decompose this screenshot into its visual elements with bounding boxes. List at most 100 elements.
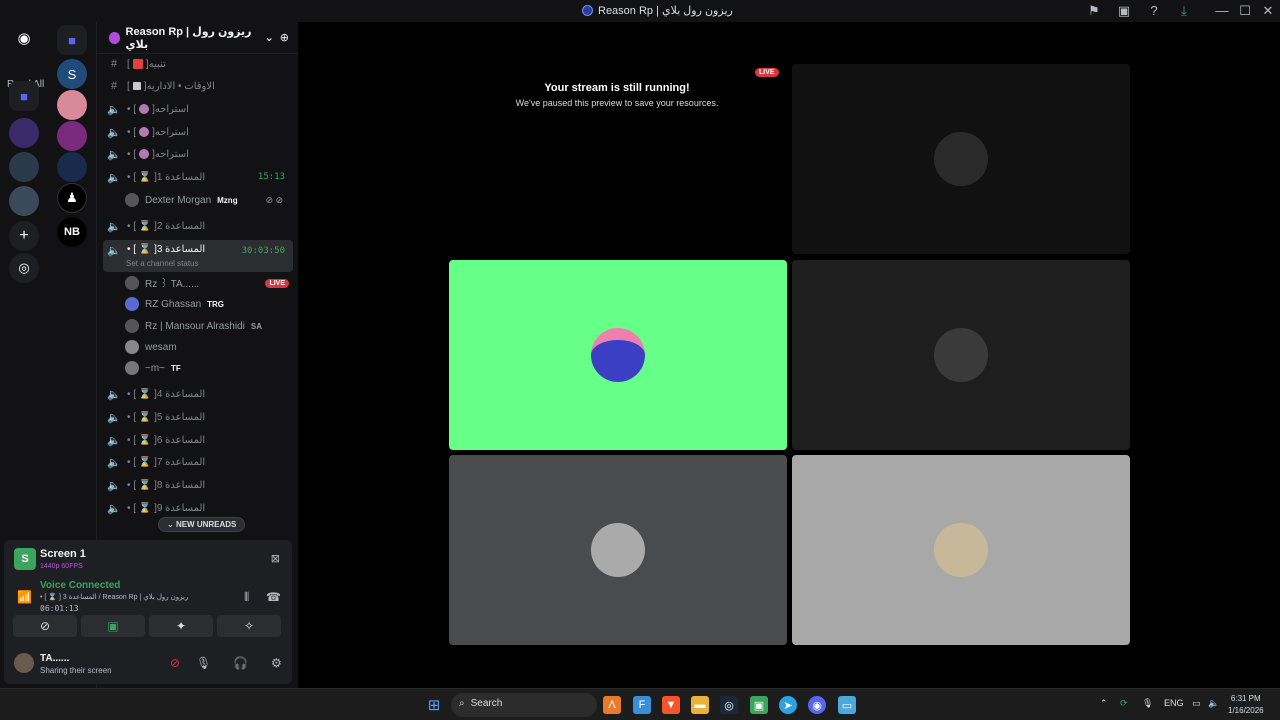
add-friend-icon[interactable]: ⊕ (280, 31, 289, 44)
add-server-icon[interactable]: + (9, 221, 39, 251)
activities-button[interactable]: ✦ (149, 615, 213, 637)
server-icon-b[interactable] (9, 152, 39, 182)
speaker-icon: 🔈 (107, 479, 121, 492)
new-unreads-button[interactable]: ⌄ NEW UNREADS (158, 517, 246, 532)
channel-help-1[interactable]: 🔈 • [ ⌛ ] المساعدة 1 15:13 (103, 167, 293, 187)
disconnect-icon[interactable]: ☎ (266, 590, 281, 604)
server-icon-reason[interactable]: S (57, 59, 87, 89)
server-icon-purple[interactable] (57, 121, 87, 151)
screen-title: Screen 1 (40, 548, 86, 560)
sync-icon[interactable]: ⟳ (1120, 698, 1128, 709)
server-icon-dark[interactable] (57, 152, 87, 182)
microphone-tray-icon[interactable]: 🎙 (1142, 698, 1153, 709)
clock[interactable]: 6:31 PM 1/16/2026 (1228, 693, 1264, 717)
speaker-icon: 🔈 (107, 434, 121, 447)
participant-tile[interactable] (792, 64, 1130, 254)
network-icon[interactable]: ▭ (1192, 698, 1201, 709)
channel-name: تنبيه (148, 58, 166, 70)
inbox-icon[interactable]: ▣ (1116, 3, 1132, 19)
voice-user[interactable]: Rz ꒱ TA...... LIVE (125, 273, 289, 293)
gear-icon[interactable]: ⚙ (271, 656, 282, 670)
participant-tile[interactable] (792, 455, 1130, 645)
participant-tile[interactable] (449, 260, 787, 450)
noise-suppression-icon[interactable]: ⦀ (244, 590, 249, 605)
channel-help-6[interactable]: 🔈 • [ ⌛ ] المساعدة 6 (103, 430, 293, 450)
chevron-up-icon[interactable]: ⌃ (1100, 698, 1108, 709)
server-icon-pink[interactable] (57, 90, 87, 120)
screen-off-icon[interactable]: ⊘ (170, 656, 180, 670)
speaker-icon: 🔈 (107, 126, 121, 139)
channel-status[interactable]: Set a channel status (126, 259, 199, 268)
speaker-icon: 🔈 (107, 148, 121, 161)
server-header[interactable]: Reason Rp | ريزون رول بلاي ⌄ ⊕ (97, 22, 299, 54)
channel-help-9[interactable]: 🔈 • [ ⌛ ] المساعدة 9 (103, 498, 293, 518)
voice-user[interactable]: RZ Ghassan TRG (125, 294, 224, 314)
search-box[interactable]: ⌕ Search (451, 693, 597, 717)
server-icon-a[interactable] (9, 118, 39, 148)
folder-icon[interactable]: ■ (57, 25, 87, 55)
volume-icon[interactable]: 🔈 (1208, 698, 1219, 709)
participant-tile[interactable] (792, 260, 1130, 450)
avatar (125, 361, 139, 375)
camera-off-button[interactable]: ⊘ (13, 615, 77, 637)
folder-icon-2[interactable]: ■ (9, 81, 39, 111)
steam-icon[interactable]: ◎ (720, 696, 738, 714)
channel-voice-1[interactable]: 🔈 • [ ] استراحه (103, 99, 293, 119)
server-icon-black[interactable]: ♟ (57, 183, 87, 213)
brave-icon[interactable]: ▼ (662, 696, 680, 714)
avatar[interactable] (14, 653, 34, 673)
language-indicator[interactable]: ENG (1164, 698, 1184, 708)
app-icon-window[interactable]: ▭ (838, 696, 856, 714)
app-icon-f[interactable]: F (633, 696, 651, 714)
close-button[interactable]: ✕ (1260, 3, 1276, 19)
discord-icon[interactable]: ◉ (808, 696, 826, 714)
channel-name: المساعدة 3 (156, 244, 206, 255)
stream-paused-message: Your stream is still running! We've paus… (448, 82, 786, 108)
soundboard-button[interactable]: ✧ (217, 615, 281, 637)
live-badge: LIVE (265, 278, 289, 288)
channel-help-8[interactable]: 🔈 • [ ⌛ ] المساعدة 8 (103, 475, 293, 495)
participant-tile[interactable] (449, 455, 787, 645)
flag-icon[interactable]: ⚑ (1086, 3, 1102, 19)
explore-icon[interactable]: ◎ (9, 253, 39, 283)
signal-icon[interactable]: 📶 (17, 590, 32, 604)
download-icon[interactable]: ⤓ (1176, 3, 1192, 19)
user-name[interactable]: TA...... (40, 653, 69, 664)
voice-user[interactable]: Dexter Morgan Mzng ⊘ ⊘ (125, 190, 283, 210)
server-icon-nb[interactable]: NB (57, 217, 87, 247)
channel-help-3-active[interactable]: 🔈 • [ ⌛ ] المساعدة 3 30:03:50 Set a channel… (103, 240, 293, 272)
channel-help-5[interactable]: 🔈 • [ ⌛ ] المساعدة 5 (103, 407, 293, 427)
stream-subtitle: We've paused this preview to save your r… (515, 98, 719, 108)
channel-name: استراحه (154, 148, 189, 160)
channel-text-2[interactable]: #[ ] الاوقات • الاداريه (103, 76, 293, 96)
voice-user[interactable]: Rz | Mansour Alrashidi SA (125, 316, 262, 336)
voice-user[interactable]: ~m~ TF (125, 358, 181, 378)
voice-connected-label[interactable]: Voice Connected (40, 580, 120, 591)
discord-home-icon[interactable]: ◉ (9, 23, 39, 53)
channel-voice-3[interactable]: 🔈 • [ ] استراحه (103, 144, 293, 164)
microphone-icon[interactable]: 🎙 (196, 656, 211, 670)
server-icon-c[interactable] (9, 186, 39, 216)
screen-share-app-icon[interactable]: ▣ (750, 696, 768, 714)
headphones-icon[interactable]: 🎧 (233, 656, 248, 670)
speaker-icon: 🔈 (107, 171, 121, 184)
channel-help-4[interactable]: 🔈 • [ ⌛ ] المساعدة 4 (103, 384, 293, 404)
screen-share-button[interactable]: ▣ (81, 615, 145, 637)
minimize-button[interactable]: — (1214, 3, 1230, 19)
voice-channel-path[interactable]: • [ ⌛ ] المساعدة 3 / Reason Rp | ريزون ر… (40, 593, 188, 601)
app-icon-a[interactable]: Λ (603, 696, 621, 714)
stream-title: Your stream is still running! (544, 82, 690, 94)
maximize-button[interactable]: ☐ (1237, 3, 1253, 19)
telegram-icon[interactable]: ➤ (779, 696, 797, 714)
channel-text-1[interactable]: #[ ] تنبيه (103, 54, 293, 74)
explorer-icon[interactable]: ▬ (691, 696, 709, 714)
channel-voice-2[interactable]: 🔈 • [ ] استراحه (103, 122, 293, 142)
windows-start-icon[interactable]: ⊞ (425, 696, 443, 714)
help-icon[interactable]: ? (1146, 3, 1162, 19)
stop-stream-icon[interactable]: ⊠ (271, 552, 280, 565)
channel-name: المساعدة 8 (156, 479, 206, 491)
voice-user[interactable]: wesam (125, 337, 177, 357)
channel-help-7[interactable]: 🔈 • [ ⌛ ] المساعدة 7 (103, 452, 293, 472)
channel-help-2[interactable]: 🔈 • [ ⌛ ] المساعدة 2 (103, 216, 293, 236)
channel-name: الاوقات • الاداريه (146, 80, 215, 92)
